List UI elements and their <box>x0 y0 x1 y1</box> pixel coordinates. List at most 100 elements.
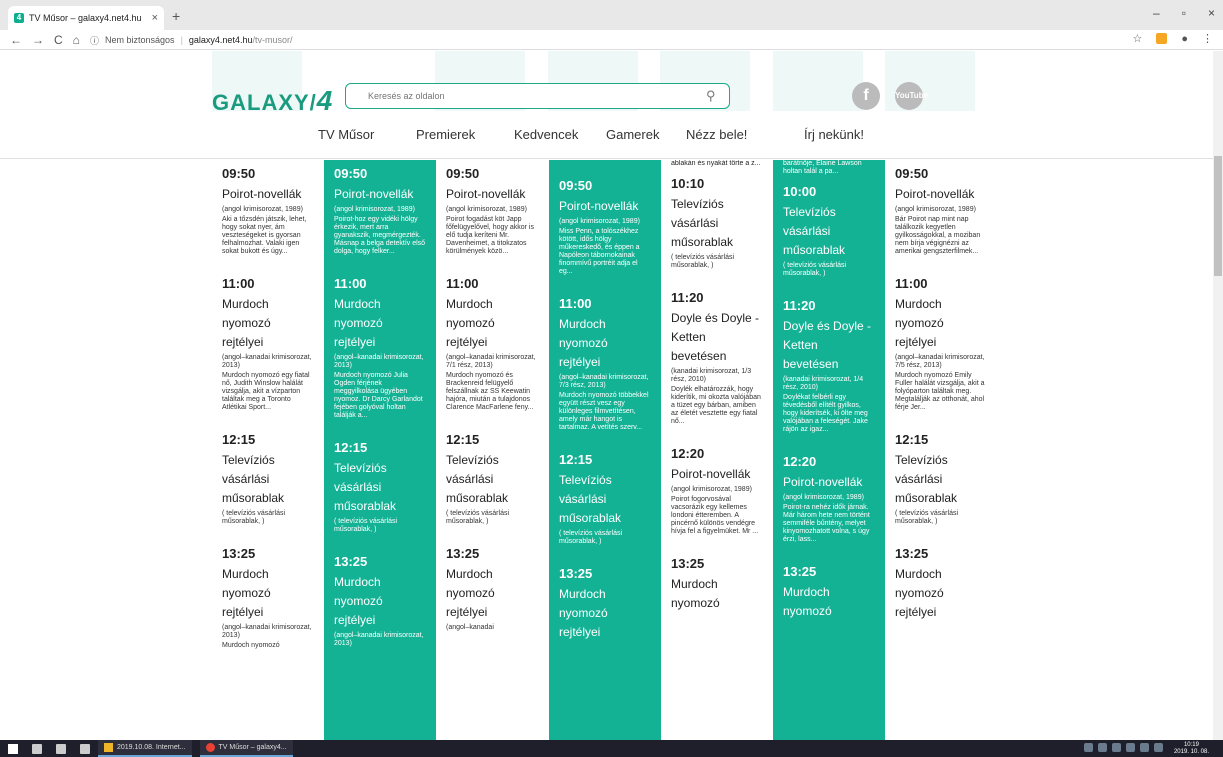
close-window-button[interactable]: × <box>1208 6 1215 20</box>
program-title[interactable]: Poirot-novellák <box>446 185 538 204</box>
program-title[interactable]: Murdoch nyomozó rejtélyei <box>446 295 538 352</box>
program-title[interactable]: Poirot-novellák <box>671 465 763 484</box>
bookmark-star-icon[interactable]: ☆ <box>1132 32 1142 45</box>
new-tab-button[interactable]: + <box>172 8 180 24</box>
program-entry[interactable]: 13:25 Murdoch nyomozó rejtélyei <box>559 566 651 642</box>
home-button[interactable]: ⌂ <box>73 33 80 47</box>
program-entry[interactable]: 10:10 Televíziós vásárlási műsorablak ( te… <box>671 176 763 270</box>
menu-nezz-bele[interactable]: Nézz bele! <box>686 127 804 142</box>
program-title[interactable]: Murdoch nyomozó rejtélyei <box>446 565 538 622</box>
extension-icon[interactable] <box>1156 33 1168 44</box>
program-entry[interactable]: 09:50 Poirot-novellák (angol krimisorozat,… <box>446 166 538 256</box>
program-entry[interactable]: 11:00 Murdoch nyomozó rejtélyei (angol–kan… <box>222 276 314 412</box>
windows-start-icon[interactable] <box>8 743 18 754</box>
schedule-column: 09:50 Poirot-novellák (angol krimisorozat,… <box>885 160 997 740</box>
program-entry[interactable]: 11:00 Murdoch nyomozó rejtélyei (angol–kan… <box>446 276 538 412</box>
tab-close-button[interactable]: × <box>152 12 158 24</box>
program-title[interactable]: Murdoch nyomozó rejtélyei <box>895 295 987 352</box>
program-title[interactable]: Doyle és Doyle - Ketten bevetésen <box>671 309 763 366</box>
program-title[interactable]: Murdoch nyomozó <box>783 583 875 621</box>
browser-menu-icon[interactable]: ⋮ <box>1202 32 1213 45</box>
program-entry[interactable]: 13:25 Murdoch nyomozó rejtélyei (angol–kan… <box>334 554 426 648</box>
program-entry[interactable]: 12:20 Poirot-novellák (angol krimisorozat,… <box>671 446 763 536</box>
maximize-button[interactable]: ▫ <box>1182 6 1186 20</box>
program-title[interactable]: Televíziós vásárlási műsorablak <box>895 451 987 508</box>
back-button[interactable]: ← <box>10 33 22 47</box>
program-title[interactable]: Televíziós vásárlási műsorablak <box>783 203 875 260</box>
program-entry[interactable]: 12:20 Poirot-novellák (angol krimisorozat,… <box>783 454 875 544</box>
program-title[interactable]: Doyle és Doyle - Ketten bevetésen <box>783 317 875 374</box>
program-entry[interactable]: 12:15 Televíziós vásárlási műsorablak ( te… <box>334 440 426 534</box>
scrollbar-thumb[interactable] <box>1214 156 1222 276</box>
menu-irj-nekunk[interactable]: Írj nekünk! <box>804 127 864 142</box>
program-entry[interactable]: 13:25 Murdoch nyomozó <box>671 556 763 613</box>
program-title[interactable]: Televíziós vásárlási műsorablak <box>222 451 314 508</box>
program-entry[interactable]: 11:00 Murdoch nyomozó rejtélyei (angol–kan… <box>895 276 987 412</box>
taskbar-clock[interactable]: 10:19 2019. 10. 08. <box>1174 742 1209 756</box>
network-icon[interactable] <box>1140 743 1149 752</box>
program-entry[interactable]: 13:25 Murdoch nyomozó rejtélyei <box>895 546 987 622</box>
tray-icon[interactable] <box>1084 743 1093 752</box>
program-title[interactable]: Televíziós vásárlási műsorablak <box>671 195 763 252</box>
program-entry[interactable]: 11:20 Doyle és Doyle - Ketten bevetésen (k… <box>671 290 763 426</box>
search-icon[interactable]: ⚲ <box>706 88 716 104</box>
program-time: 13:25 <box>783 564 817 579</box>
program-entry[interactable]: 12:15 Televíziós vásárlási műsorablak ( te… <box>446 432 538 526</box>
tray-icon[interactable] <box>1098 743 1107 752</box>
menu-gamerek[interactable]: Gamerek <box>606 127 686 142</box>
profile-icon[interactable]: ● <box>1181 33 1188 45</box>
program-title[interactable]: Poirot-novellák <box>783 473 875 492</box>
taskbar-task-explorer[interactable]: 2019.10.08. Internet... <box>98 740 192 757</box>
program-title[interactable]: Murdoch nyomozó rejtélyei <box>895 565 987 622</box>
program-entry[interactable]: 12:15 Televíziós vásárlási műsorablak ( te… <box>559 452 651 546</box>
program-title[interactable]: Televíziós vásárlási műsorablak <box>334 459 426 516</box>
program-title[interactable]: Televíziós vásárlási műsorablak <box>446 451 538 508</box>
program-title[interactable]: Poirot-novellák <box>559 197 651 216</box>
facebook-icon[interactable]: f <box>852 82 880 110</box>
info-icon[interactable]: ⓘ <box>90 34 99 47</box>
program-entry[interactable]: 09:50 Poirot-novellák (angol krimisorozat,… <box>222 166 314 256</box>
program-entry[interactable]: 13:25 Murdoch nyomozó rejtélyei (angol–kan… <box>222 546 314 650</box>
program-entry[interactable]: 09:50 Poirot-novellák (angol krimisorozat,… <box>334 166 426 256</box>
program-entry[interactable]: 13:25 Murdoch nyomozó <box>783 564 875 621</box>
program-entry[interactable]: 12:15 Televíziós vásárlási műsorablak ( te… <box>895 432 987 526</box>
taskbar-search-icon[interactable] <box>32 743 42 754</box>
taskbar-mail-icon[interactable] <box>56 743 66 754</box>
tray-icon[interactable] <box>1112 743 1121 752</box>
program-title[interactable]: Murdoch nyomozó rejtélyei <box>334 573 426 630</box>
program-entry[interactable]: 09:50 Poirot-novellák (angol krimisorozat,… <box>895 166 987 256</box>
forward-button[interactable]: → <box>32 33 44 47</box>
url-field[interactable]: ⓘ Nem biztonságos | galaxy4.net4.hu/tv-m… <box>90 32 292 48</box>
program-title[interactable]: Murdoch nyomozó rejtélyei <box>559 585 651 642</box>
menu-premierek[interactable]: Premierek <box>416 127 514 142</box>
program-entry[interactable]: 11:00 Murdoch nyomozó rejtélyei (angol–kan… <box>559 296 651 432</box>
program-entry[interactable]: 09:50 Poirot-novellák (angol krimisorozat,… <box>559 178 651 276</box>
program-title[interactable]: Poirot-novellák <box>222 185 314 204</box>
menu-tv-musor[interactable]: TV Műsor <box>318 127 416 142</box>
program-title[interactable]: Murdoch nyomozó rejtélyei <box>222 565 314 622</box>
galaxy4-logo[interactable]: GALAXY/4 <box>212 85 333 117</box>
program-entry[interactable]: 12:15 Televíziós vásárlási műsorablak ( te… <box>222 432 314 526</box>
youtube-icon[interactable]: YouTube <box>895 82 928 110</box>
program-title[interactable]: Televíziós vásárlási műsorablak <box>559 471 651 528</box>
program-title[interactable]: Murdoch nyomozó rejtélyei <box>334 295 426 352</box>
program-title[interactable]: Poirot-novellák <box>895 185 987 204</box>
program-title[interactable]: Murdoch nyomozó <box>671 575 763 613</box>
page-scrollbar[interactable] <box>1213 51 1223 740</box>
program-title[interactable]: Murdoch nyomozó rejtélyei <box>559 315 651 372</box>
program-entry[interactable]: 10:00 Televíziós vásárlási műsorablak ( te… <box>783 184 875 278</box>
menu-kedvencek[interactable]: Kedvencek <box>514 127 606 142</box>
program-entry[interactable]: 13:25 Murdoch nyomozó rejtélyei (angol–kan… <box>446 546 538 632</box>
program-title[interactable]: Poirot-novellák <box>334 185 426 204</box>
program-title[interactable]: Murdoch nyomozó rejtélyei <box>222 295 314 352</box>
site-search-input[interactable] <box>345 83 730 109</box>
program-entry[interactable]: 11:00 Murdoch nyomozó rejtélyei (angol–kan… <box>334 276 426 420</box>
reload-button[interactable]: C <box>54 33 63 47</box>
taskbar-calculator-icon[interactable] <box>80 743 90 754</box>
minimize-button[interactable]: – <box>1153 6 1160 20</box>
program-entry[interactable]: 11:20 Doyle és Doyle - Ketten bevetésen (k… <box>783 298 875 434</box>
volume-icon[interactable] <box>1154 743 1163 752</box>
taskbar-task-chrome[interactable]: TV Műsor – galaxy4... <box>199 740 293 757</box>
browser-tab[interactable]: 4 TV Műsor – galaxy4.net4.hu × <box>8 6 164 30</box>
tray-icon[interactable] <box>1126 743 1135 752</box>
